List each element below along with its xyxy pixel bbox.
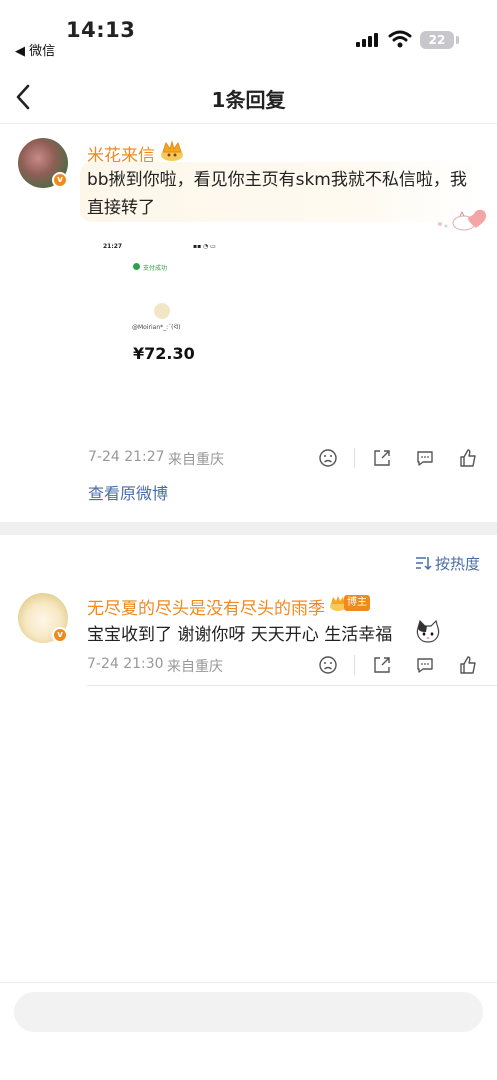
reply-text: 宝宝收到了 谢谢你呀 天天开心 生活幸福 (87, 625, 393, 645)
status-time: 14:13 (66, 18, 136, 42)
like-icon[interactable] (458, 448, 478, 468)
verified-badge-icon: v (52, 172, 68, 188)
payee-avatar (154, 303, 170, 319)
comment-timestamp: 7-24 21:27 (88, 449, 165, 465)
payment-status-text: 支付成功 (143, 265, 168, 272)
comment-text: bb揪到你啦，看见你主页有skm我就不私信啦，我直接转了 (87, 170, 467, 218)
comment-image[interactable]: 21:27 ▪▪ ◔ ▭ 支付成功 @Moirian*_:´(ᐛ) ¥72.30 (88, 232, 238, 432)
reply-like-icon[interactable] (458, 655, 478, 675)
reply-dislike-face-icon[interactable] (318, 655, 338, 675)
author-badge: 博主 (344, 595, 370, 611)
reply-share-icon[interactable] (372, 655, 392, 675)
reply-input[interactable] (14, 992, 483, 1032)
reply-username[interactable]: 无尽夏的尽头是没有尽头的雨季 (87, 594, 325, 619)
reply-divider (87, 685, 497, 686)
reply-location: 来自重庆 (167, 659, 223, 675)
payment-success-icon (133, 263, 140, 270)
back-to-wechat-link[interactable]: ◀ 微信 (15, 40, 55, 59)
reply-comment-icon[interactable] (415, 655, 435, 675)
reply-verified-badge-icon: v (52, 627, 68, 643)
image-status-time: 21:27 (103, 243, 123, 250)
cat-emoji-icon (416, 620, 440, 643)
payee-name: @Moirian*_:´(ᐛ) (132, 324, 181, 331)
reply-action-separator (354, 655, 355, 675)
cellular-signal-icon (356, 33, 382, 47)
battery-tip (456, 36, 459, 44)
bubble-decoration-icon (438, 209, 486, 231)
image-status-icons: ▪▪ ◔ ▭ (193, 243, 216, 250)
action-separator (354, 448, 355, 468)
section-divider (0, 522, 497, 535)
dislike-face-icon[interactable] (318, 448, 338, 468)
crown-icon (161, 140, 183, 161)
sort-icon (416, 557, 432, 571)
payment-amount: ¥72.30 (133, 344, 195, 363)
comment-location: 来自重庆 (168, 452, 224, 468)
sort-by-popularity-button[interactable]: 按热度 (435, 553, 480, 574)
view-original-weibo-link[interactable]: 查看原微博 (88, 480, 168, 504)
status-bar: 14:13 ◀ 微信 22 (0, 0, 497, 62)
share-icon[interactable] (372, 448, 392, 468)
comment-icon[interactable] (415, 448, 435, 468)
nav-bar: 1条回复 (0, 72, 497, 124)
page-title: 1条回复 (211, 88, 286, 112)
reply-timestamp: 7-24 21:30 (87, 656, 164, 672)
battery-icon: 22 (420, 31, 454, 49)
wifi-icon (388, 30, 412, 48)
